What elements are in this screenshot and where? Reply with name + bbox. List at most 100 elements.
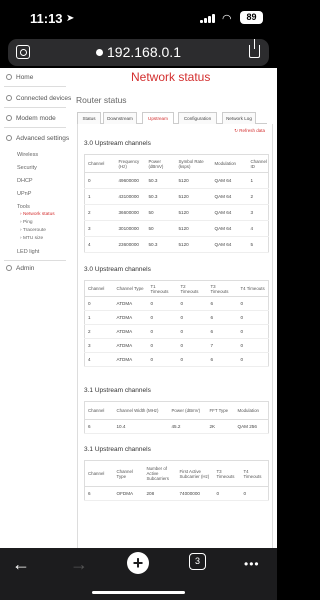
- table-cell: 0: [213, 486, 241, 501]
- sidebar-item-admin[interactable]: Admin: [6, 265, 34, 272]
- page-title: Network status: [131, 70, 211, 84]
- sidebar-item-security[interactable]: Security: [17, 165, 37, 171]
- table-row: 3 30100000 50 5120 QAM 64 4: [84, 220, 269, 237]
- column-header: Power (dBmV): [145, 154, 176, 173]
- sidebar-divider: [4, 127, 66, 128]
- column-header: Frequency (Hz): [115, 154, 146, 173]
- ofdma-channels-table: Channel Channel Width (MHz) Power (dBmV) FF…: [84, 401, 269, 434]
- table-cell: 2: [247, 188, 269, 205]
- column-header: T4 Timeouts: [237, 280, 269, 297]
- column-header: Channel: [84, 280, 114, 297]
- table-cell: 0: [84, 296, 114, 311]
- sidebar-item-modem-mode[interactable]: Modem mode: [6, 115, 56, 122]
- table-cell: OFDMA: [113, 486, 144, 501]
- new-tab-plus-icon[interactable]: +: [127, 552, 149, 574]
- table-cell: QAM 64: [211, 204, 248, 221]
- sidebar-item-mtu-size[interactable]: › MTU size: [20, 236, 43, 241]
- table-row: 1 ATDMA 0 0 6 0: [84, 310, 269, 325]
- tab-status[interactable]: Status: [77, 112, 101, 124]
- table-cell: 208: [143, 486, 177, 501]
- column-header: First Active Subcarrier (Hz): [176, 460, 214, 487]
- devices-icon: [6, 95, 12, 102]
- table-row: 1 43100000 50.3 5120 QAM 64 2: [84, 188, 269, 205]
- sidebar-item-ping[interactable]: › Ping: [20, 220, 33, 225]
- table-cell: 1: [84, 188, 116, 205]
- table-cell: 2K: [206, 419, 235, 434]
- table-cell: 0: [237, 310, 269, 325]
- sidebar-item-upnp[interactable]: UPnP: [17, 191, 31, 197]
- sidebar-item-traceroute[interactable]: › Traceroute: [20, 228, 46, 233]
- table-cell: 0: [147, 324, 178, 339]
- column-header: T3 Timeouts: [213, 460, 241, 487]
- back-arrow-icon[interactable]: ←: [12, 554, 30, 574]
- column-header: Channel: [84, 401, 114, 420]
- table-cell: 5120: [175, 172, 212, 189]
- table-cell: 0: [147, 296, 178, 311]
- tab-switcher-button[interactable]: 3: [189, 553, 206, 570]
- url-text: 192.168.0.1: [107, 44, 181, 60]
- sidebar: Home Connected devices Modem mode Advanc…: [0, 68, 72, 548]
- column-header: Channel Width (MHz): [113, 401, 169, 420]
- table-cell: 0: [84, 172, 116, 189]
- sidebar-item-home[interactable]: Home: [6, 74, 33, 81]
- ofdma-timeouts-table: Channel Channel Type Number of Active Subc…: [84, 460, 269, 501]
- column-header: T3 Timeouts: [207, 280, 238, 297]
- table-cell: 4: [84, 236, 116, 253]
- admin-icon: [6, 265, 12, 272]
- table-cell: 6: [84, 486, 114, 501]
- table-cell: 0: [177, 296, 208, 311]
- table-cell: 49600000: [115, 172, 146, 189]
- section-title: 3.0 Upstream channels: [84, 266, 151, 273]
- table-cell: 7: [207, 338, 238, 353]
- more-options-icon[interactable]: •••: [244, 557, 260, 571]
- sidebar-item-advanced-settings[interactable]: Advanced settings: [6, 135, 69, 142]
- table-cell: 6: [84, 419, 114, 434]
- sidebar-divider: [4, 107, 66, 108]
- table-header-row: Channel Channel Type Number of Active Subc…: [84, 460, 269, 487]
- table-row: 0 49600000 50.3 5120 QAM 64 1: [84, 172, 269, 189]
- table-cell: ATDMA: [113, 310, 148, 325]
- column-header: T4 Timeouts: [240, 460, 269, 487]
- modem-icon: [6, 115, 12, 122]
- url-display[interactable]: 192.168.0.1: [8, 44, 269, 60]
- table-cell: 5120: [175, 236, 212, 253]
- sidebar-item-connected-devices[interactable]: Connected devices: [6, 95, 71, 102]
- tab-configuration[interactable]: Configuration: [178, 112, 217, 124]
- forward-arrow-icon[interactable]: →: [70, 554, 88, 574]
- tab-downstream[interactable]: Downstream: [103, 112, 137, 124]
- sidebar-item-wireless[interactable]: Wireless: [17, 152, 38, 158]
- gear-icon: [6, 135, 12, 142]
- table-cell: 0: [237, 352, 269, 367]
- sidebar-item-led-light[interactable]: LED light: [17, 249, 39, 255]
- table-row: 0 ATDMA 0 0 6 0: [84, 296, 269, 311]
- home-indicator: [92, 591, 185, 594]
- table-cell: 0: [237, 338, 269, 353]
- table-cell: 5120: [175, 220, 212, 237]
- refresh-data-link[interactable]: ↻ Refresh data: [234, 128, 265, 134]
- table-cell: 0: [177, 324, 208, 339]
- table-cell: 1: [84, 310, 114, 325]
- table-header-row: Channel Channel Width (MHz) Power (dBmV) FF…: [84, 401, 269, 420]
- cellular-signal-icon: [200, 13, 218, 23]
- tab-upstream[interactable]: Upstream: [142, 112, 174, 124]
- table-cell: 6: [207, 324, 238, 339]
- sidebar-item-tools[interactable]: Tools: [17, 204, 30, 210]
- url-field[interactable]: 192.168.0.1: [8, 39, 269, 66]
- section-title: 3.1 Upstream channels: [84, 387, 151, 394]
- address-bar: 192.168.0.1: [0, 36, 277, 68]
- table-cell: 0: [240, 486, 269, 501]
- upstream-channels-table: Channel Frequency (Hz) Power (dBmV) Symbol …: [84, 154, 269, 253]
- section-title: 3.0 Upstream channels: [84, 140, 151, 147]
- column-header: Symbol Rate (ksps): [175, 154, 212, 173]
- share-icon[interactable]: [249, 39, 260, 58]
- table-cell: ATDMA: [113, 338, 148, 353]
- table-row: 2 ATDMA 0 0 6 0: [84, 324, 269, 339]
- column-header: T2 Timeouts: [177, 280, 208, 297]
- table-cell: 6: [207, 352, 238, 367]
- sidebar-item-dhcp[interactable]: DHCP: [17, 178, 33, 184]
- table-cell: 10.4: [113, 419, 169, 434]
- sidebar-item-network-status[interactable]: › Network status: [20, 212, 55, 217]
- table-cell: 3: [84, 220, 116, 237]
- table-row: 3 ATDMA 0 0 7 0: [84, 338, 269, 353]
- tab-network-log[interactable]: Network Log: [222, 112, 256, 124]
